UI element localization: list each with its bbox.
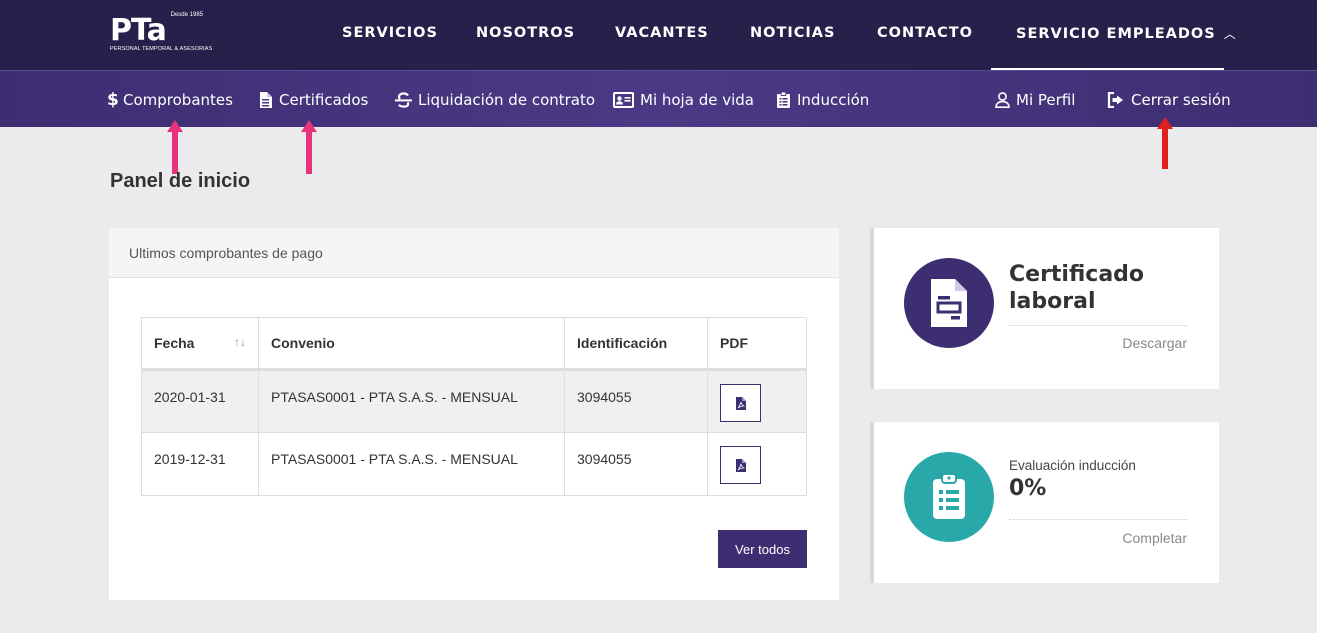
logo-tagline: PERSONAL TEMPORAL & ASESORIAS [110, 46, 213, 52]
subnav-cerrar-sesion-label: Cerrar sesión [1131, 91, 1231, 109]
card-divider [1009, 519, 1187, 520]
table-row: 2019-12-31 PTASAS0001 - PTA S.A.S. - MEN… [141, 432, 807, 496]
cell-pdf [707, 369, 807, 433]
nav-nosotros[interactable]: NOSOTROS [476, 25, 575, 41]
ver-todos-button[interactable]: Ver todos [718, 530, 807, 568]
document-icon [259, 92, 273, 108]
cell-fecha: 2020-01-31 [141, 369, 259, 433]
certificate-icon [931, 279, 967, 327]
subnav-cerrar-sesion[interactable]: Cerrar sesión [1107, 91, 1231, 109]
cell-pdf [707, 432, 807, 496]
descargar-link[interactable]: Descargar [1122, 335, 1187, 351]
dollar-icon: $ [107, 90, 119, 110]
pdf-file-icon [735, 458, 746, 472]
evaluacion-label: Evaluación inducción [1009, 458, 1136, 473]
table-row: 2020-01-31 PTASAS0001 - PTA S.A.S. - MEN… [141, 369, 807, 433]
id-card-icon [613, 92, 634, 108]
nav-servicio-empleados[interactable]: SERVICIO EMPLEADOS ︿ [1016, 25, 1237, 42]
logo-wordmark: PTa [110, 13, 167, 48]
col-convenio[interactable]: Convenio [258, 317, 565, 371]
pta-logo[interactable]: Desde 1985 PTa PERSONAL TEMPORAL & ASESO… [110, 12, 212, 56]
subnav-hoja-vida[interactable]: Mi hoja de vida [613, 91, 754, 109]
evaluation-circle [904, 452, 994, 542]
subnav-comprobantes[interactable]: $ Comprobantes [107, 91, 233, 109]
certificado-title: Certificado laboral [1009, 261, 1144, 315]
completar-link[interactable]: Completar [1122, 530, 1187, 546]
page-title: Panel de inicio [110, 170, 251, 192]
annotation-arrow-comprobantes [167, 120, 183, 174]
certificado-title-line1: Certificado [1009, 262, 1145, 287]
col-identificacion[interactable]: Identificación [564, 317, 708, 371]
subnav-comprobantes-label: Comprobantes [123, 91, 233, 109]
cell-identificacion: 3094055 [564, 432, 708, 496]
certificado-laboral-card: Certificado laboral Descargar [870, 228, 1219, 389]
strikethrough-icon [395, 92, 412, 108]
cell-convenio: PTASAS0001 - PTA S.A.S. - MENSUAL [258, 432, 565, 496]
clipboard-list-icon [933, 473, 965, 519]
evaluacion-value: 0% [1009, 476, 1047, 501]
subnav-liquidacion-label: Liquidación de contrato [418, 91, 596, 109]
pdf-download-button[interactable] [720, 446, 761, 484]
payments-table: Fecha ↑↓ Convenio Identificación PDF 2020… [141, 317, 807, 496]
pdf-file-icon [735, 396, 746, 410]
subnav-induccion[interactable]: Inducción [777, 91, 869, 109]
nav-vacantes[interactable]: VACANTES [615, 25, 709, 41]
clipboard-icon [777, 92, 791, 108]
nav-servicio-empleados-label: SERVICIO EMPLEADOS [1016, 26, 1216, 42]
card-divider [1009, 325, 1187, 326]
subnav-mi-perfil[interactable]: Mi Perfil [995, 91, 1075, 109]
col-fecha[interactable]: Fecha ↑↓ [141, 317, 259, 371]
subnav-liquidacion[interactable]: Liquidación de contrato [395, 91, 595, 109]
cell-identificacion: 3094055 [564, 369, 708, 433]
annotation-arrow-cerrar-sesion [1157, 117, 1173, 169]
nav-servicios[interactable]: SERVICIOS [342, 25, 438, 41]
pdf-download-button[interactable] [720, 384, 761, 422]
payments-panel: Ultimos comprobantes de pago Fecha ↑↓ Con… [109, 228, 839, 600]
employee-subnav: $ Comprobantes Certificados Liquidación … [0, 70, 1317, 127]
subnav-certificados[interactable]: Certificados [259, 91, 368, 109]
top-navbar: Desde 1985 PTa PERSONAL TEMPORAL & ASESO… [0, 0, 1317, 70]
nav-noticias[interactable]: NOTICIAS [750, 25, 835, 41]
subnav-induccion-label: Inducción [797, 91, 870, 109]
cell-fecha: 2019-12-31 [141, 432, 259, 496]
chevron-up-icon: ︿ [1223, 27, 1237, 41]
subnav-certificados-label: Certificados [279, 91, 369, 109]
certificado-title-line2: laboral [1009, 289, 1096, 314]
subnav-hoja-vida-label: Mi hoja de vida [640, 91, 754, 109]
col-pdf[interactable]: PDF [707, 317, 807, 371]
sort-icon[interactable]: ↑↓ [234, 335, 246, 349]
logo-since: Desde 1985 [170, 12, 203, 18]
col-fecha-label: Fecha [154, 335, 195, 351]
evaluacion-induccion-card: Evaluación inducción 0% Completar [870, 422, 1219, 583]
certificate-circle [904, 258, 994, 348]
nav-contacto[interactable]: CONTACTO [877, 25, 973, 41]
cell-convenio: PTASAS0001 - PTA S.A.S. - MENSUAL [258, 369, 565, 433]
payments-panel-heading: Ultimos comprobantes de pago [109, 228, 839, 278]
subnav-mi-perfil-label: Mi Perfil [1016, 91, 1076, 109]
annotation-arrow-certificados [301, 120, 317, 174]
sign-out-icon [1107, 92, 1125, 108]
user-icon [995, 92, 1010, 108]
